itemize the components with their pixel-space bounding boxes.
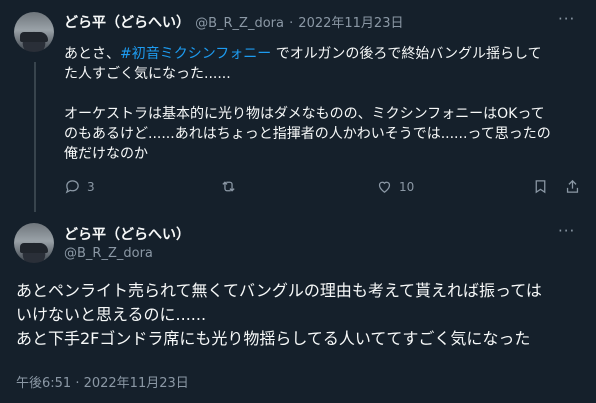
text-after-hashtag: でオルガンの後ろで終始バングル揺らして [271, 46, 542, 62]
more-icon[interactable]: ··· [558, 10, 575, 28]
like-icon [378, 181, 391, 193]
avatar[interactable] [14, 12, 54, 52]
retweet-icon [222, 181, 235, 192]
more-icon[interactable]: ··· [558, 222, 575, 240]
handle[interactable]: @B_R_Z_dora [195, 16, 284, 31]
share-icon [566, 179, 579, 193]
like-button[interactable]: 10 [376, 178, 414, 195]
tweet-1-text: あとさ、#初音ミクシンフォニー でオルガンの後ろで終始バングル揺らして た人すご… [64, 44, 584, 164]
tweet-timestamp[interactable]: 午後6:51 · 2022年11月23日 [16, 372, 189, 391]
bookmark-icon [535, 180, 546, 194]
display-name[interactable]: どら平（どらへい） [64, 224, 190, 244]
action-bar: 3 10 [58, 178, 588, 202]
reply-icon [65, 180, 79, 194]
retweet-button[interactable] [220, 178, 237, 195]
bookmark-button[interactable] [532, 178, 549, 195]
text-rest: た人すごく気になった...... オーケストラは基本的に光り物はダメなものの、ミ… [64, 66, 551, 162]
hashtag-link[interactable]: #初音ミクシンフォニー [120, 46, 271, 62]
share-button[interactable] [564, 178, 581, 195]
reply-button[interactable]: 3 [64, 178, 95, 195]
reply-count: 3 [87, 179, 95, 194]
tweet-1-header: どら平（どらへい） @B_R_Z_dora · 2022年11月23日 [64, 12, 403, 32]
avatar[interactable] [14, 223, 54, 263]
tweet-2-header: どら平（どらへい） @B_R_Z_dora [64, 224, 190, 261]
like-count: 10 [399, 179, 415, 194]
handle[interactable]: @B_R_Z_dora [64, 246, 190, 261]
tweet-date[interactable]: 2022年11月23日 [298, 16, 403, 31]
thread-line [34, 62, 36, 212]
text-prefix: あとさ、 [64, 46, 120, 62]
tweet-2-text: あとペンライト売られて無くてバングルの理由も考えて貰えれば振っては いけないと思… [16, 281, 542, 348]
display-name[interactable]: どら平（どらへい） [64, 15, 190, 31]
separator: · [289, 16, 294, 31]
